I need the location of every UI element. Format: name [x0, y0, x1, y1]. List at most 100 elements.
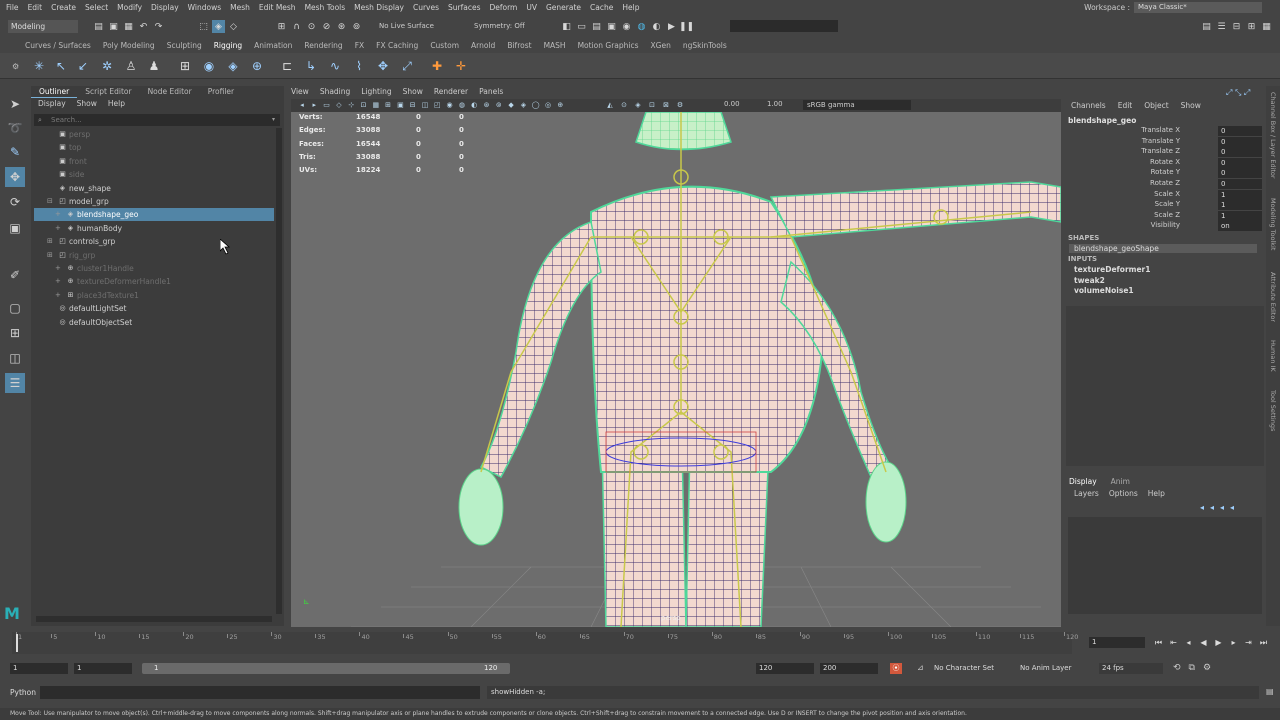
- select-hierarchy-icon[interactable]: ⬚: [197, 20, 210, 33]
- tool-settings-icon[interactable]: ⊞: [1245, 20, 1258, 33]
- command-language[interactable]: Python: [10, 688, 36, 697]
- wire-icon[interactable]: ∿: [326, 57, 344, 75]
- ik-spline-icon[interactable]: ↙: [74, 57, 92, 75]
- playback-options-icons[interactable]: ⟲⧉⚙: [1173, 663, 1219, 673]
- viewport-toolbar-icon[interactable]: ⊡: [647, 100, 657, 110]
- shelf-tab-rendering[interactable]: Rendering: [304, 41, 342, 53]
- symmetry-label[interactable]: Symmetry: Off: [474, 22, 525, 30]
- select-component-icon[interactable]: ◇: [227, 20, 240, 33]
- viewport-toolbar-icon[interactable]: ⊛: [482, 100, 492, 110]
- sculpt-deformer-icon[interactable]: ⌇: [350, 57, 368, 75]
- render-view-icon[interactable]: ▭: [575, 20, 588, 33]
- fps-dropdown[interactable]: 24 fps: [1099, 663, 1163, 674]
- render-icon[interactable]: ▤: [590, 20, 603, 33]
- outliner-row[interactable]: ⊟ ◰ model_grp: [34, 195, 274, 208]
- viewport-toolbar-icon[interactable]: ▭: [322, 100, 332, 110]
- quick-rig-icon[interactable]: ✲: [98, 57, 116, 75]
- viewport-toolbar-icon[interactable]: ⊕: [555, 100, 565, 110]
- channel-box-toolbar-icons[interactable]: ⤢ ⤡ ⤢: [1226, 88, 1250, 98]
- expand-toggle-icon[interactable]: +: [55, 222, 61, 235]
- side-tab-channel-box-layer-editor[interactable]: Channel Box / Layer Editor: [1269, 92, 1277, 179]
- side-tab-tool-settings[interactable]: Tool Settings: [1269, 390, 1277, 431]
- step-back-frame-icon[interactable]: ◂: [1183, 637, 1194, 648]
- shelf-tab-animation[interactable]: Animation: [254, 41, 292, 53]
- ipr-render-icon[interactable]: ▣: [605, 20, 618, 33]
- outliner-menu-display[interactable]: Display: [38, 99, 66, 108]
- viewport-toolbar-icon[interactable]: ◈: [518, 100, 528, 110]
- channel-menu-edit[interactable]: Edit: [1118, 101, 1133, 110]
- save-scene-icon[interactable]: ▦: [122, 20, 135, 33]
- viewport-menu-renderer[interactable]: Renderer: [434, 87, 468, 99]
- step-back-key-icon[interactable]: ⇤: [1168, 637, 1179, 648]
- menu-surfaces[interactable]: Surfaces: [448, 3, 480, 12]
- tab-profiler[interactable]: Profiler: [200, 86, 242, 98]
- color-space-dropdown[interactable]: sRGB gamma: [803, 100, 911, 110]
- search-options-icon[interactable]: ▾: [272, 116, 275, 123]
- lattice-icon[interactable]: ⊕: [248, 57, 266, 75]
- live-surface-label[interactable]: No Live Surface: [379, 22, 434, 30]
- menu-windows[interactable]: Windows: [188, 3, 221, 12]
- auto-key-icon[interactable]: ⦿: [890, 663, 902, 674]
- channel-attribute-row[interactable]: Scale Z 1: [1066, 210, 1262, 222]
- make-live-icon[interactable]: ⊚: [350, 20, 363, 33]
- go-to-end-icon[interactable]: ⏭: [1258, 637, 1269, 648]
- humanik-icon[interactable]: ♙: [122, 57, 140, 75]
- side-tab-human-ik[interactable]: Human IK: [1269, 340, 1277, 372]
- step-forward-frame-icon[interactable]: ▸: [1228, 637, 1239, 648]
- outliner-scrollbar-horizontal[interactable]: [36, 616, 272, 622]
- ik-handle-icon[interactable]: ↖: [52, 57, 70, 75]
- shelf-options-icon[interactable]: ⚙: [12, 62, 19, 71]
- channel-attribute-row[interactable]: Rotate X 0: [1066, 157, 1262, 169]
- attribute-editor-icon[interactable]: ⊟: [1230, 20, 1243, 33]
- select-object-icon[interactable]: ◈: [212, 20, 225, 33]
- attribute-value-field[interactable]: 0: [1218, 168, 1262, 179]
- history-icon[interactable]: ◧: [560, 20, 573, 33]
- layer-menu-options[interactable]: Options: [1109, 489, 1138, 498]
- point-constraint-icon[interactable]: ✚: [428, 57, 446, 75]
- outliner-row[interactable]: + ⊕ textureDeformerHandle1: [34, 275, 274, 288]
- outliner-row[interactable]: ▣ side: [34, 168, 274, 181]
- layer-list[interactable]: [1068, 517, 1262, 614]
- shelf-tab-curves-surfaces[interactable]: Curves / Surfaces: [25, 41, 91, 53]
- viewport-toolbar-icon[interactable]: ◯: [531, 100, 541, 110]
- shelf-tab-fx[interactable]: FX: [355, 41, 364, 53]
- viewport-toolbar-icon[interactable]: ⊡: [359, 100, 369, 110]
- pause-icon[interactable]: ❚❚: [679, 20, 694, 33]
- channel-attribute-row[interactable]: Scale X 1: [1066, 189, 1262, 201]
- viewport-toolbar-icon[interactable]: ◍: [457, 100, 467, 110]
- outliner-scrollbar-vertical[interactable]: [276, 128, 282, 614]
- character-set-dropdown[interactable]: No Character Set: [934, 664, 994, 672]
- menu-select[interactable]: Select: [85, 3, 108, 12]
- menu-set-dropdown[interactable]: Modeling: [8, 20, 78, 33]
- shelf-tab-fx-caching[interactable]: FX Caching: [376, 41, 418, 53]
- menu-file[interactable]: File: [6, 3, 19, 12]
- animation-end-field[interactable]: 200: [820, 663, 878, 674]
- outliner-row[interactable]: + ◈ blendshape_geo: [34, 208, 274, 222]
- attribute-value-field[interactable]: 0: [1218, 136, 1262, 147]
- channel-box-icon[interactable]: ☰: [1215, 20, 1228, 33]
- menu-uv[interactable]: UV: [526, 3, 537, 12]
- menu-curves[interactable]: Curves: [413, 3, 439, 12]
- menu-edit-mesh[interactable]: Edit Mesh: [259, 3, 296, 12]
- attribute-value-field[interactable]: 0: [1218, 157, 1262, 168]
- outliner-row[interactable]: + ◈ humanBody: [34, 222, 274, 235]
- channel-attribute-row[interactable]: Translate X 0: [1066, 126, 1262, 137]
- viewport-toolbar-icon[interactable]: ◭: [605, 100, 615, 110]
- modeling-toolkit-icon[interactable]: ▤: [1200, 20, 1213, 33]
- shape-node[interactable]: blendshape_geoShape: [1069, 244, 1257, 253]
- viewport-toolbar-icon[interactable]: ⊟: [408, 100, 418, 110]
- side-by-side-icon[interactable]: ◫: [5, 348, 25, 368]
- input-node[interactable]: volumeNoise1: [1074, 286, 1134, 295]
- menu-mesh-tools[interactable]: Mesh Tools: [305, 3, 346, 12]
- soft-mod-icon[interactable]: ✥: [374, 57, 392, 75]
- cluster-icon[interactable]: ⊏: [278, 57, 296, 75]
- outliner-row[interactable]: ▣ top: [34, 141, 274, 154]
- layer-buttons[interactable]: ◂◂◂◂: [1200, 503, 1240, 512]
- undo-icon[interactable]: ↶: [137, 20, 150, 33]
- expand-toggle-icon[interactable]: ⊞: [47, 249, 53, 262]
- outliner-menu-show[interactable]: Show: [77, 99, 97, 108]
- outliner-row[interactable]: ◈ new_shape: [34, 182, 274, 195]
- move-tool-icon[interactable]: ✥: [5, 167, 25, 187]
- menu-mesh-display[interactable]: Mesh Display: [354, 3, 404, 12]
- playback-end-field[interactable]: 120: [756, 663, 814, 674]
